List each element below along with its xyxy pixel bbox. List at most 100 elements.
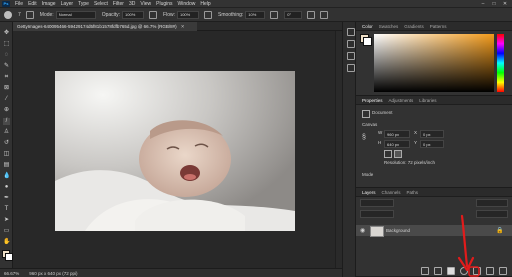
- menu-edit[interactable]: Edit: [28, 1, 37, 7]
- layer-filter-select[interactable]: [360, 199, 394, 207]
- menu-image[interactable]: Image: [42, 1, 56, 7]
- canvas-photo[interactable]: [55, 71, 295, 231]
- document-tab[interactable]: GettyImages-640095466-59429174d5f81b1578…: [13, 22, 197, 31]
- rectangle-tool-icon[interactable]: ▭: [3, 228, 10, 235]
- tab-properties[interactable]: Properties: [362, 98, 383, 103]
- lasso-tool-icon[interactable]: ◌: [3, 52, 10, 59]
- color-picker-field[interactable]: [374, 34, 494, 92]
- history-panel-icon[interactable]: [347, 28, 355, 36]
- layers-panel-tabs: Layers Channels Paths: [356, 188, 512, 197]
- tab-color[interactable]: Color: [362, 24, 373, 29]
- tab-paths[interactable]: Paths: [407, 190, 419, 195]
- color-panel-background-swatch[interactable]: [363, 37, 372, 46]
- close-document-icon[interactable]: ✕: [181, 24, 185, 30]
- brush-settings-icon[interactable]: [25, 10, 34, 19]
- width-label: W: [378, 130, 383, 135]
- layer-name[interactable]: Background: [386, 228, 410, 233]
- tab-libraries[interactable]: Libraries: [419, 98, 436, 103]
- height-field[interactable]: 640 px: [384, 140, 410, 148]
- type-tool-icon[interactable]: T: [3, 206, 10, 213]
- opacity-field[interactable]: 100%: [122, 10, 145, 19]
- close-window-button[interactable]: ✕: [500, 0, 510, 8]
- menu-filter[interactable]: Filter: [113, 1, 124, 7]
- layer-style-icon[interactable]: [434, 267, 442, 275]
- document-size-info: 960 px x 640 px (72 ppi): [29, 270, 78, 276]
- minimize-button[interactable]: –: [478, 0, 488, 8]
- smoothing-field[interactable]: 10%: [245, 10, 266, 19]
- color-panel: Color Swatches Gradients Patterns: [356, 22, 512, 96]
- x-label: X: [414, 130, 418, 135]
- layers-panel-footer: [356, 266, 512, 276]
- pressure-opacity-icon[interactable]: [149, 10, 158, 19]
- menu-view[interactable]: View: [140, 1, 151, 7]
- tab-patterns[interactable]: Patterns: [430, 24, 447, 29]
- brush-tool-icon[interactable]: /: [3, 118, 10, 125]
- tab-gradients[interactable]: Gradients: [404, 24, 424, 29]
- pressure-size-icon[interactable]: [307, 10, 316, 19]
- eye-icon[interactable]: ◉: [360, 227, 365, 234]
- history-brush-tool-icon[interactable]: ↺: [3, 140, 10, 147]
- delete-layer-icon[interactable]: [499, 267, 507, 275]
- airbrush-icon[interactable]: [203, 10, 212, 19]
- hand-tool-icon[interactable]: ✋: [3, 239, 10, 246]
- menu-type[interactable]: Type: [78, 1, 89, 7]
- canvas-vertical-scrollbar[interactable]: [335, 31, 342, 268]
- orientation-portrait-icon[interactable]: [384, 150, 392, 158]
- lock-icon[interactable]: 🔒: [496, 227, 503, 234]
- hue-slider[interactable]: [497, 34, 504, 92]
- tab-channels[interactable]: Channels: [382, 190, 401, 195]
- link-icon[interactable]: §: [362, 134, 366, 141]
- gradient-tool-icon[interactable]: ▤: [3, 162, 10, 169]
- new-layer-icon[interactable]: [486, 267, 494, 275]
- x-field[interactable]: 0 px: [420, 130, 444, 138]
- orientation-landscape-icon[interactable]: [394, 150, 402, 158]
- mode-select[interactable]: Normal: [55, 10, 96, 19]
- blend-mode-select[interactable]: [360, 210, 394, 218]
- menu-plugins[interactable]: Plugins: [156, 1, 172, 7]
- brush-settings-panel-icon[interactable]: [347, 40, 355, 48]
- menu-window[interactable]: Window: [178, 1, 196, 7]
- background-color-swatch[interactable]: [5, 253, 13, 261]
- tab-adjustments[interactable]: Adjustments: [389, 98, 414, 103]
- layers-panel: Layers Channels Paths ◉ Background 🔒: [356, 188, 512, 277]
- eraser-tool-icon[interactable]: ◫: [3, 151, 10, 158]
- clone-stamp-tool-icon[interactable]: ♙: [3, 129, 10, 136]
- canvas-section-label[interactable]: Canvas: [362, 122, 377, 127]
- menu-select[interactable]: Select: [94, 1, 108, 7]
- zoom-level[interactable]: 66.67%: [4, 271, 19, 276]
- brush-size-value[interactable]: 7: [18, 12, 21, 18]
- symmetry-icon[interactable]: [320, 10, 329, 19]
- angle-field[interactable]: 0°: [284, 10, 303, 19]
- move-tool-icon[interactable]: ✥: [3, 30, 10, 37]
- properties-panel-tabs: Properties Adjustments Libraries: [356, 96, 512, 105]
- pen-tool-icon[interactable]: ✒: [3, 195, 10, 202]
- tab-swatches[interactable]: Swatches: [379, 24, 399, 29]
- smoothing-options-icon[interactable]: [270, 10, 279, 19]
- brush-preset-icon[interactable]: [4, 10, 12, 19]
- healing-brush-tool-icon[interactable]: ⊕: [3, 107, 10, 114]
- width-field[interactable]: 960 px: [384, 130, 410, 138]
- quick-select-tool-icon[interactable]: ✎: [3, 63, 10, 70]
- layer-row[interactable]: ◉ Background 🔒: [356, 225, 512, 237]
- flow-field[interactable]: 100%: [176, 10, 199, 19]
- eyedropper-tool-icon[interactable]: ⁄: [3, 96, 10, 103]
- link-layers-icon[interactable]: [421, 267, 429, 275]
- menu-layer[interactable]: Layer: [61, 1, 74, 7]
- tab-layers[interactable]: Layers: [362, 190, 376, 195]
- blur-tool-icon[interactable]: 💧: [3, 173, 10, 180]
- maximize-button[interactable]: □: [489, 0, 499, 8]
- menu-file[interactable]: File: [15, 1, 23, 7]
- menu-3d[interactable]: 3D: [129, 1, 135, 7]
- dodge-tool-icon[interactable]: ●: [3, 184, 10, 191]
- paragraph-panel-icon[interactable]: [347, 64, 355, 72]
- character-panel-icon[interactable]: [347, 52, 355, 60]
- y-field[interactable]: 0 px: [420, 140, 444, 148]
- layer-opacity-field[interactable]: [476, 199, 508, 207]
- menu-help[interactable]: Help: [200, 1, 210, 7]
- frame-tool-icon[interactable]: ⊠: [3, 85, 10, 92]
- crop-tool-icon[interactable]: ⌗: [3, 74, 10, 81]
- add-mask-icon[interactable]: [447, 267, 455, 275]
- canvas-area[interactable]: [13, 31, 335, 268]
- path-selection-tool-icon[interactable]: ➤: [3, 217, 10, 224]
- marquee-tool-icon[interactable]: ⬚: [3, 41, 10, 48]
